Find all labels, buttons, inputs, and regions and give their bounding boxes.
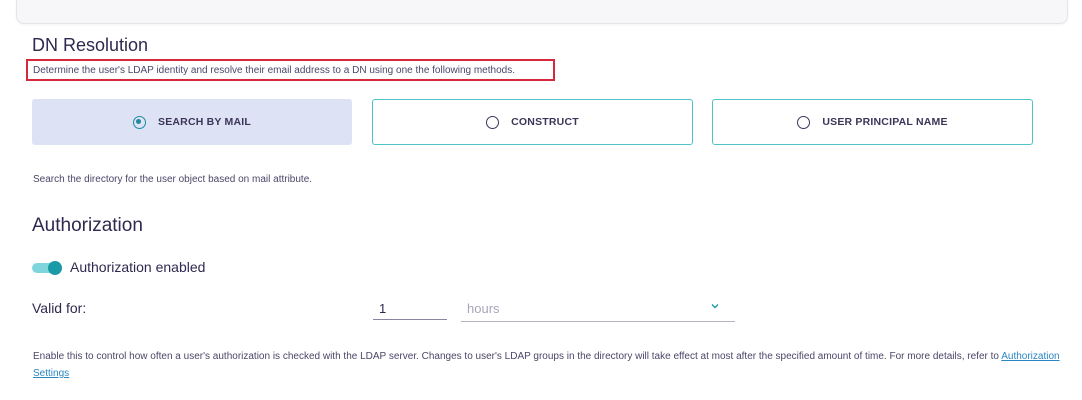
authorization-toggle[interactable] (32, 261, 62, 275)
time-unit-select[interactable]: hours (461, 298, 735, 322)
authorization-title: Authorization (32, 215, 143, 236)
time-unit-value: hours (467, 301, 500, 316)
radio-unchecked-icon[interactable] (797, 115, 811, 129)
option-label: CONSTRUCT (511, 116, 579, 128)
authorization-help-text: Enable this to control how often a user'… (33, 348, 1078, 382)
method-description: Search the directory for the user object… (33, 174, 313, 185)
option-search-by-mail[interactable]: SEARCH BY MAIL (32, 99, 352, 145)
radio-unchecked-icon[interactable] (486, 115, 500, 129)
help-text-body: Enable this to control how often a user'… (33, 351, 999, 362)
option-label: SEARCH BY MAIL (157, 116, 252, 128)
dn-resolution-description: Determine the user's LDAP identity and r… (33, 65, 515, 76)
previous-section-card (16, 0, 1068, 24)
option-construct[interactable]: CONSTRUCT (372, 99, 693, 145)
chevron-down-icon (711, 304, 719, 309)
dn-resolution-title: DN Resolution (32, 35, 149, 55)
valid-for-input[interactable] (373, 298, 447, 320)
option-user-principal-name[interactable]: USER PRINCIPAL NAME (712, 99, 1033, 145)
authorization-toggle-label: Authorization enabled (70, 259, 206, 275)
valid-for-label: Valid for: (32, 300, 87, 316)
radio-checked-icon[interactable] (132, 115, 146, 129)
toggle-knob (48, 261, 62, 275)
option-label: USER PRINCIPAL NAME (822, 116, 948, 128)
